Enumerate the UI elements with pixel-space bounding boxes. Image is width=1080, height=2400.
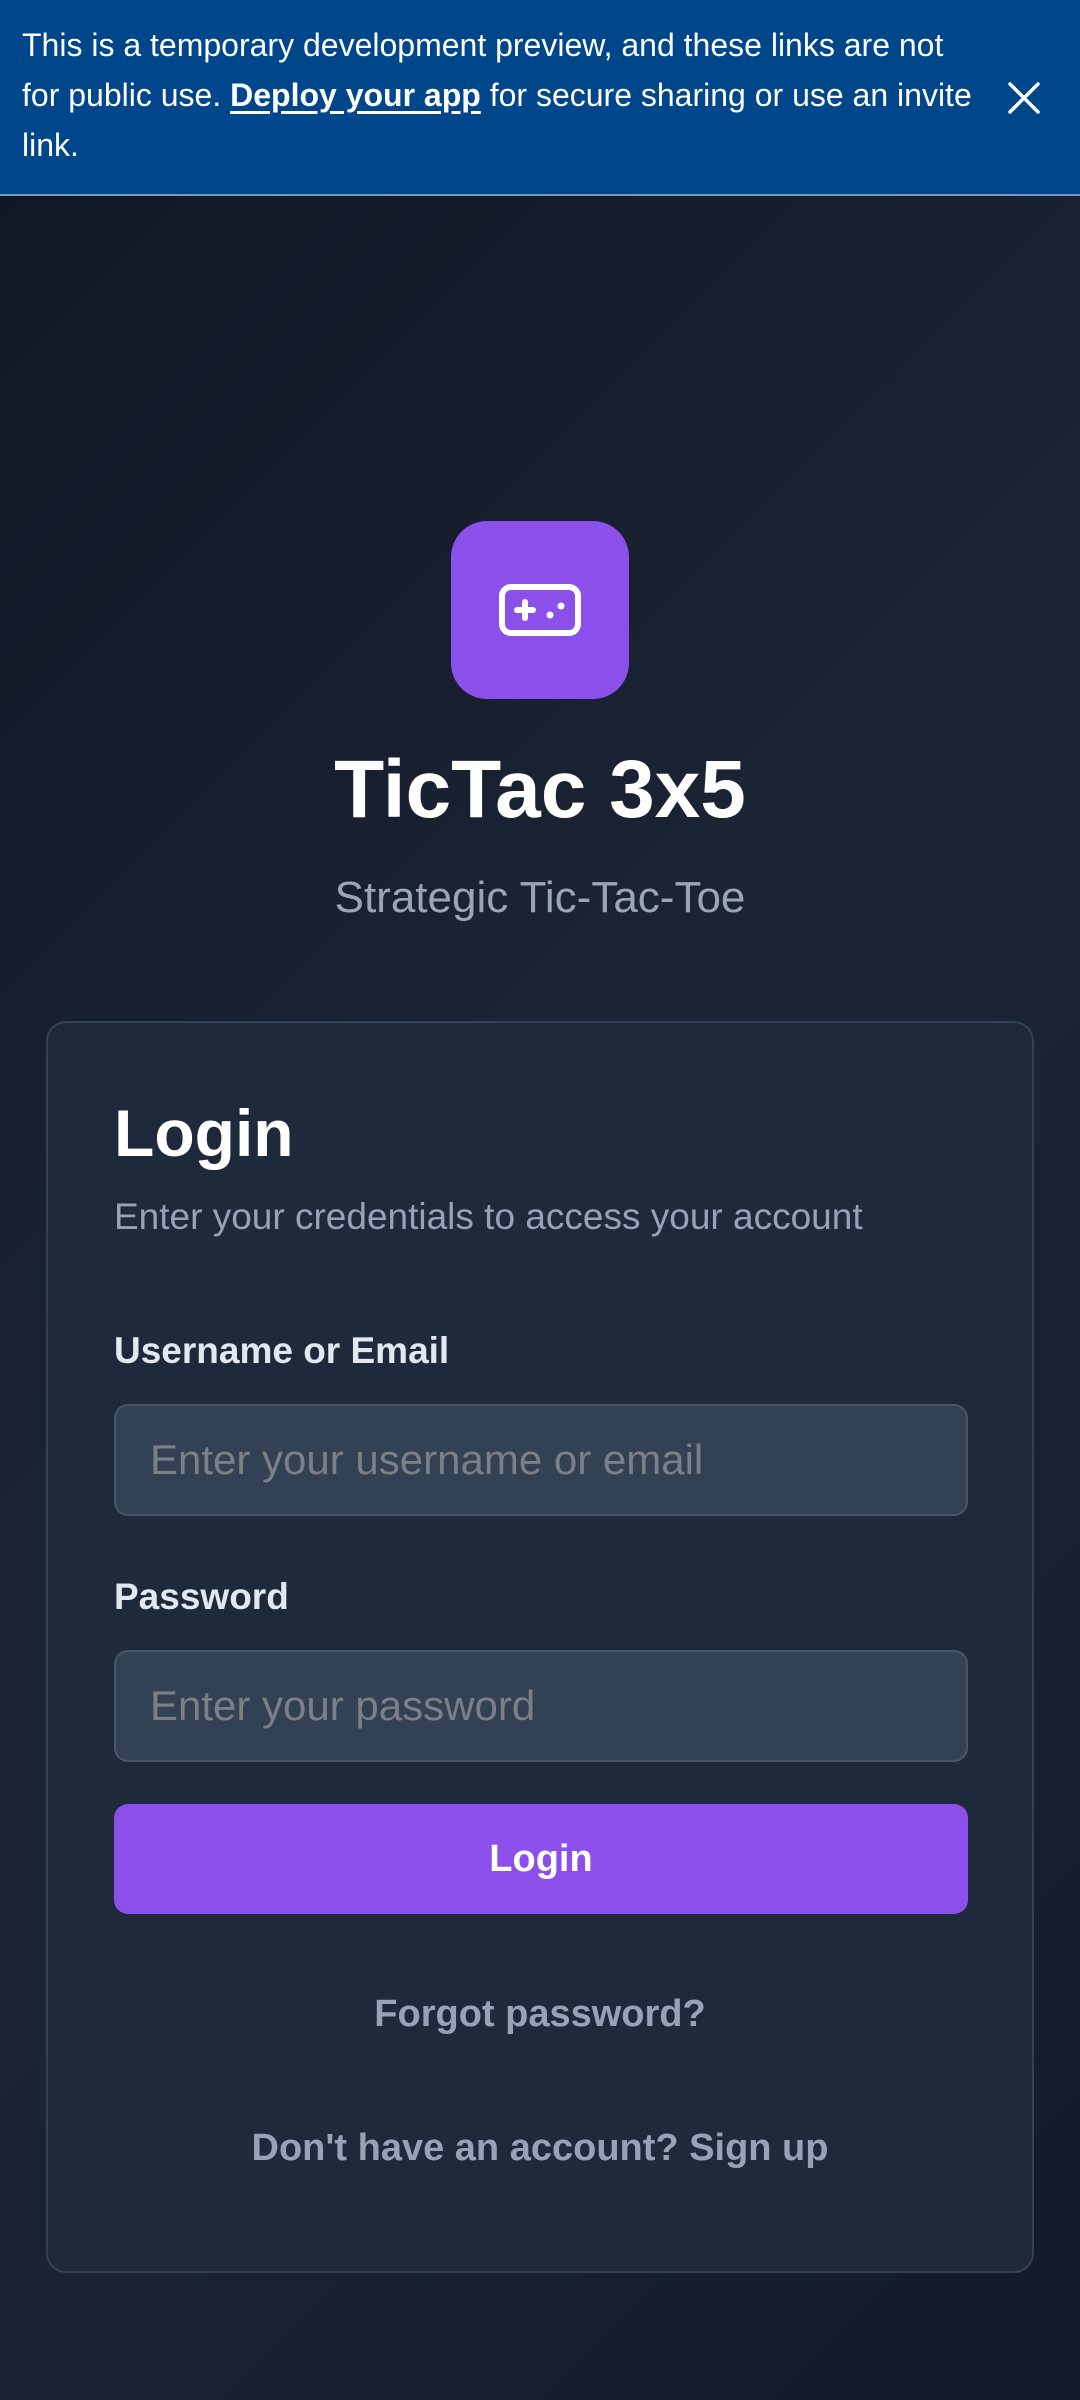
close-icon[interactable] — [1002, 76, 1046, 120]
login-card: Login Enter your credentials to access y… — [46, 1021, 1034, 2273]
password-input[interactable] — [114, 1650, 968, 1762]
gamepad-icon — [499, 584, 581, 636]
app-logo — [451, 521, 629, 699]
forgot-password-link[interactable]: Forgot password? — [48, 1989, 1032, 2039]
app-subtitle: Strategic Tic-Tac-Toe — [334, 873, 746, 922]
banner-message: This is a temporary development preview,… — [22, 20, 982, 170]
password-label: Password — [114, 1576, 289, 1617]
login-description: Enter your credentials to access your ac… — [114, 1196, 863, 1237]
login-title: Login — [114, 1096, 294, 1170]
deploy-app-link[interactable]: Deploy your app — [230, 77, 481, 113]
app-title: TicTac 3x5 — [334, 744, 746, 835]
login-button[interactable]: Login — [114, 1804, 968, 1914]
signup-link[interactable]: Don't have an account? Sign up — [48, 2123, 1032, 2173]
dev-preview-banner: This is a temporary development preview,… — [0, 0, 1080, 196]
username-label: Username or Email — [114, 1330, 450, 1371]
username-input[interactable] — [114, 1404, 968, 1516]
